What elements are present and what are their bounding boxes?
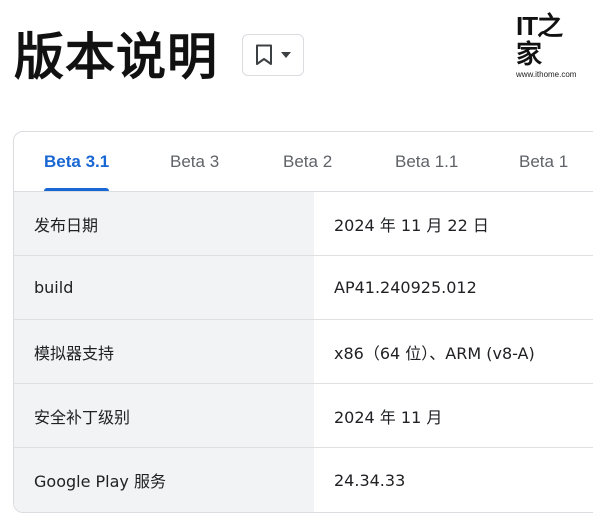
tab-bar: Beta 3.1 Beta 3 Beta 2 Beta 1.1 Beta 1 [14, 132, 593, 192]
watermark-logo: IT之家 [516, 11, 563, 69]
tab-beta-3-1[interactable]: Beta 3.1 [44, 132, 110, 191]
row-value-build: AP41.240925.012 [334, 278, 477, 297]
caret-down-icon [281, 52, 291, 58]
tab-beta-1[interactable]: Beta 1 [519, 132, 568, 191]
row-label-play-services: Google Play 服务 [14, 448, 314, 512]
table-row: 模拟器支持 x86（64 位）、ARM (v8-A) [14, 320, 593, 384]
table-row: 发布日期 2024 年 11 月 22 日 [14, 192, 593, 256]
row-label-release-date: 发布日期 [14, 192, 314, 255]
row-value-emulator-support: x86（64 位）、ARM (v8-A) [334, 343, 535, 363]
table-row: build AP41.240925.012 [14, 256, 593, 320]
tab-beta-3[interactable]: Beta 3 [170, 132, 219, 191]
table-row: Google Play 服务 24.34.33 [14, 448, 593, 512]
table-row: 安全补丁级别 2024 年 11 月 [14, 384, 593, 448]
row-label-security-patch: 安全补丁级别 [14, 384, 314, 447]
row-label-emulator-support: 模拟器支持 [14, 320, 314, 383]
bookmark-button[interactable] [242, 34, 304, 76]
tab-beta-2[interactable]: Beta 2 [283, 132, 332, 191]
row-label-build: build [14, 256, 314, 319]
page-title: 版本说明 [14, 28, 218, 86]
row-value-play-services: 24.34.33 [334, 470, 406, 490]
page: 版本说明 IT之家 www.ithome.com Beta 3.1 Beta 3… [0, 0, 593, 520]
release-notes-card: Beta 3.1 Beta 3 Beta 2 Beta 1.1 Beta 1 发… [13, 131, 593, 513]
bookmark-icon [255, 44, 273, 66]
watermark-url: www.ithome.com [516, 70, 577, 79]
tab-beta-1-1[interactable]: Beta 1.1 [395, 132, 458, 191]
row-value-security-patch: 2024 年 11 月 [334, 407, 443, 427]
row-value-release-date: 2024 年 11 月 22 日 [334, 215, 489, 235]
release-info-table: 发布日期 2024 年 11 月 22 日 build AP41.240925.… [14, 192, 593, 512]
watermark: IT之家 www.ithome.com [516, 12, 586, 79]
